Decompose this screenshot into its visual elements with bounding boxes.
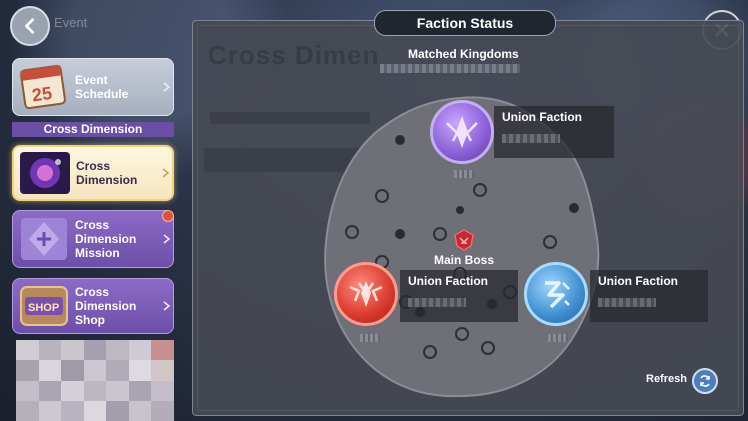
background-title-ghost: Cross Dimen bbox=[208, 40, 380, 70]
faction-count bbox=[454, 170, 474, 178]
arrow-left-icon bbox=[25, 18, 35, 34]
faction-emblem-red[interactable] bbox=[334, 262, 398, 326]
sidebar-item-cross-dimension-shop[interactable]: SHOP Cross Dimension Shop bbox=[12, 278, 174, 334]
calendar-icon: 25 bbox=[17, 62, 71, 112]
red-faction-icon bbox=[349, 281, 383, 307]
shop-icon: SHOP bbox=[17, 281, 71, 331]
chevron-right-icon bbox=[163, 234, 171, 244]
sidebar-item-label: Event Schedule bbox=[75, 73, 129, 101]
faction-name: Union Faction bbox=[502, 110, 582, 124]
section-header: Cross Dimension bbox=[12, 122, 174, 137]
notification-badge bbox=[162, 210, 174, 222]
faction-kingdom-codes bbox=[408, 298, 466, 307]
faction-count bbox=[548, 334, 568, 342]
purple-faction-icon bbox=[446, 116, 478, 148]
svg-text:SHOP: SHOP bbox=[28, 302, 59, 314]
faction-kingdom-codes bbox=[598, 298, 656, 307]
blue-faction-icon bbox=[545, 281, 570, 309]
sidebar-item-cross-dimension-mission[interactable]: Cross Dimension Mission bbox=[12, 210, 174, 268]
sidebar-item-event-schedule[interactable]: 25 Event Schedule bbox=[12, 58, 174, 116]
faction-kingdom-codes bbox=[502, 134, 560, 143]
refresh-button[interactable] bbox=[692, 368, 718, 394]
faction-name: Union Faction bbox=[598, 274, 678, 288]
mission-icon bbox=[17, 214, 71, 264]
refresh-label: Refresh bbox=[646, 373, 687, 385]
sidebar-item-cross-dimension[interactable]: Cross Dimension bbox=[12, 145, 174, 201]
event-label: Event bbox=[54, 15, 88, 30]
chevron-right-icon bbox=[163, 301, 171, 311]
sidebar-item-label: Cross Dimension Mission bbox=[75, 218, 137, 260]
faction-count bbox=[360, 334, 380, 342]
faction-info-box: Union Faction bbox=[590, 270, 708, 322]
faction-info-box: Union Faction bbox=[494, 106, 614, 158]
faction-emblem-purple[interactable] bbox=[430, 100, 494, 164]
matched-kingdoms-label: Matched Kingdoms bbox=[408, 47, 519, 61]
svg-text:25: 25 bbox=[31, 83, 54, 106]
sidebar-item-label: Cross Dimension bbox=[76, 159, 138, 187]
pixelated-content bbox=[16, 340, 174, 421]
chevron-right-icon bbox=[162, 168, 170, 178]
faction-info-box: Union Faction bbox=[400, 270, 518, 322]
faction-emblem-blue[interactable] bbox=[524, 262, 588, 326]
panel-title: Faction Status bbox=[374, 10, 556, 36]
cross-dimension-icon bbox=[18, 148, 72, 198]
chevron-right-icon bbox=[163, 82, 171, 92]
sidebar-item-label: Cross Dimension Shop bbox=[75, 285, 137, 327]
main-boss-label: Main Boss bbox=[434, 253, 495, 267]
faction-name: Union Faction bbox=[408, 274, 488, 288]
matched-kingdoms-codes bbox=[380, 64, 520, 73]
refresh-icon bbox=[700, 375, 710, 387]
main-boss-icon[interactable] bbox=[452, 228, 476, 252]
back-button[interactable] bbox=[10, 6, 50, 46]
